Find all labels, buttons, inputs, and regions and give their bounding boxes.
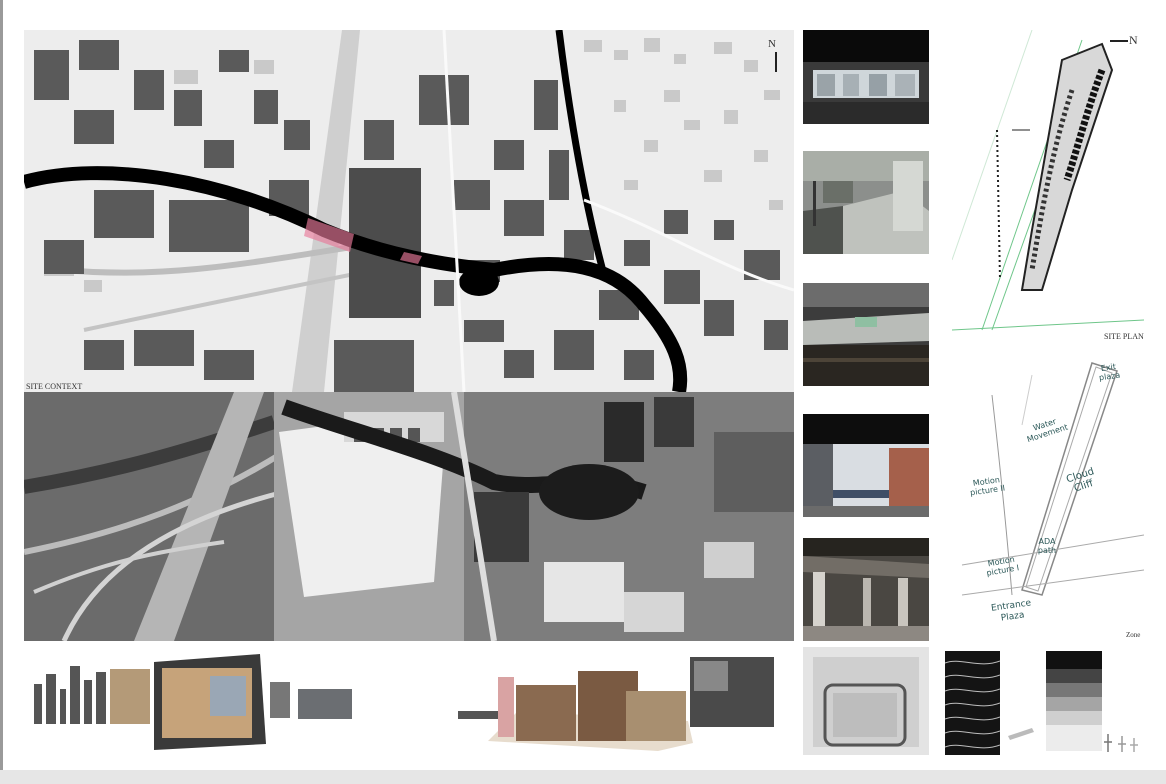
site-plan-drawing: N SITE PLAN — [952, 30, 1144, 342]
site-context-label: SITE CONTEXT — [26, 382, 83, 391]
zone-note-ada-path: ADA path — [1037, 537, 1057, 555]
photo-under-bridge-view — [803, 30, 929, 124]
site-plan-label: SITE PLAN — [1104, 332, 1144, 341]
glass-pavilion-sketch — [803, 647, 929, 755]
aerial-photo — [24, 392, 794, 641]
model-render-panel — [458, 651, 776, 755]
north-arrow-icon — [1110, 40, 1128, 42]
photo-skybridge-street — [803, 414, 929, 517]
small-model-piece — [1006, 726, 1036, 740]
human-figures-sketch — [1100, 730, 1144, 754]
board-frame-bottom — [0, 770, 1166, 784]
photo-riverwalk-steps — [803, 151, 929, 254]
water-texture-study — [945, 651, 1000, 755]
zone-label: Zone — [1126, 631, 1141, 639]
board-frame-left — [0, 0, 3, 784]
texture-gradient-study — [1046, 651, 1102, 751]
photo-highway-underpass — [803, 538, 929, 641]
site-context-map: N SITE CONTEXT — [24, 30, 794, 392]
zone-diagram: Exit plaza Water Movement Cloud Cliff Mo… — [952, 345, 1144, 641]
north-label: N — [768, 38, 776, 50]
collage-panel — [30, 654, 354, 754]
north-label-plan: N — [1129, 33, 1138, 47]
photo-bridge-over-river — [803, 283, 929, 386]
